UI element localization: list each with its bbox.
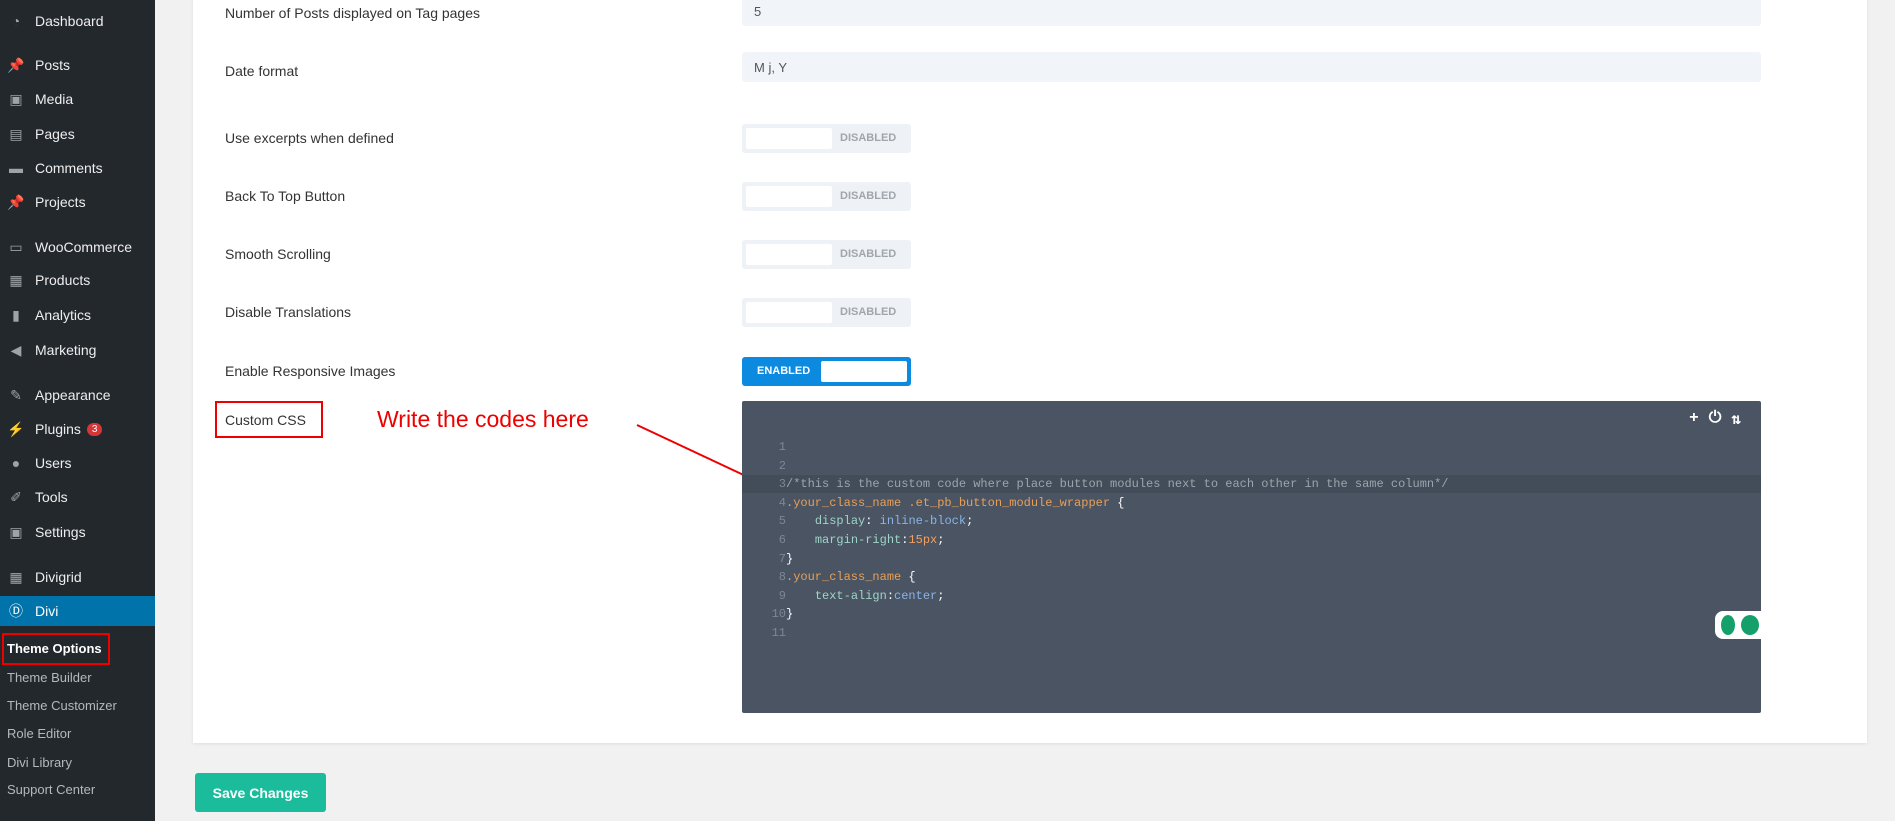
code-line: 11 <box>742 624 1761 642</box>
line-number: 10 <box>771 607 786 622</box>
code-text: } <box>786 607 794 622</box>
save-changes-button[interactable]: Save Changes <box>195 773 326 812</box>
add-icon[interactable]: + <box>1689 409 1699 429</box>
sort-icon[interactable]: ⇅ <box>1731 409 1741 429</box>
code-line: 5 display: inline-block; <box>742 512 1761 530</box>
line-number: 8 <box>778 570 786 585</box>
code-text: .your_class_name .et_pb_button_module_wr… <box>786 495 1125 510</box>
line-number: 11 <box>771 626 786 640</box>
code-line: 3/*this is the custom code where place b… <box>742 475 1761 494</box>
code-line: 10} <box>742 605 1761 623</box>
editor-toolbar: + ⏻ ⇅ <box>1689 409 1741 429</box>
line-number: 3 <box>778 477 786 492</box>
code-line: 2 <box>742 457 1761 475</box>
code-line: 6 margin-right:15px; <box>742 531 1761 549</box>
code-line: 4.your_class_name .et_pb_button_module_w… <box>742 494 1761 512</box>
code-text: } <box>786 551 794 566</box>
code-line: 7} <box>742 550 1761 568</box>
power-icon[interactable]: ⏻ <box>1709 409 1722 429</box>
line-number: 6 <box>778 533 786 547</box>
code-line: 1 <box>742 438 1761 456</box>
code-text: text-align:center; <box>814 588 945 603</box>
line-number: 7 <box>778 551 786 566</box>
code-line: 9 text-align:center; <box>742 587 1761 605</box>
line-number: 9 <box>778 588 786 603</box>
line-number: 1 <box>778 440 786 454</box>
code-text: display: inline-block; <box>814 514 974 529</box>
code-text: margin-right:15px; <box>814 533 945 547</box>
code-text: /*this is the custom code where place bu… <box>786 477 1449 492</box>
css-code-editor[interactable]: + ⏻ ⇅ 1 2 3/*this is the custom code where p… <box>742 401 1761 713</box>
line-number: 4 <box>778 495 786 510</box>
code-text: .your_class_name { <box>786 570 916 585</box>
line-number: 2 <box>778 458 786 473</box>
code-line: 8.your_class_name { <box>742 568 1761 586</box>
line-number: 5 <box>778 514 786 529</box>
